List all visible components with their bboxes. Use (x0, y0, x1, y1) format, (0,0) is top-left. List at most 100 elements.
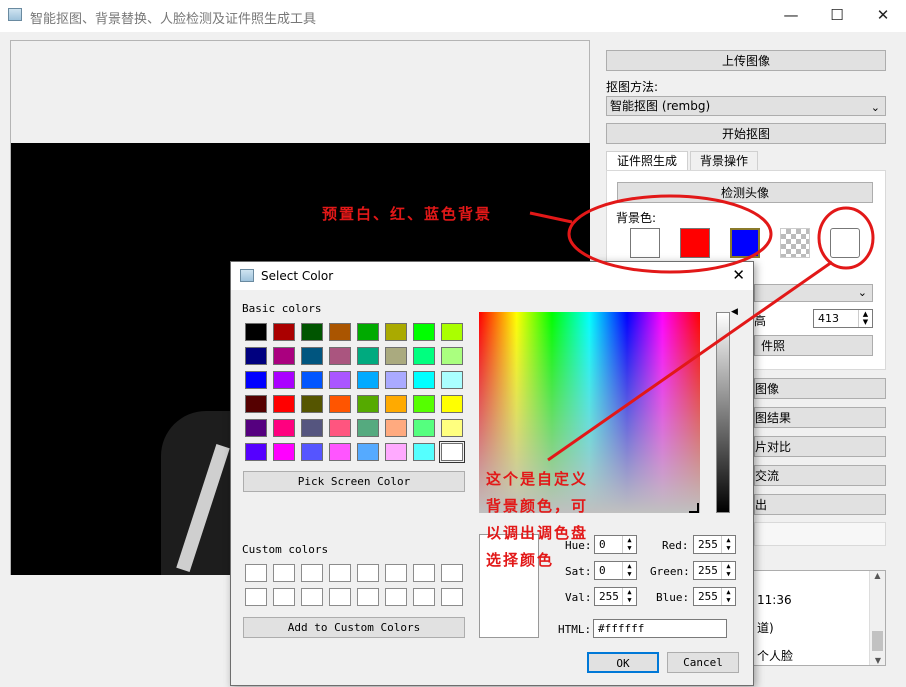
basic-color-swatch[interactable] (441, 323, 463, 341)
green-spinbox[interactable]: 255 ▲ ▼ (693, 561, 736, 580)
red-spinbox[interactable]: 255 ▲ ▼ (693, 535, 736, 554)
custom-color-slot[interactable] (385, 564, 407, 582)
generate-photo-button[interactable]: 件照 (754, 335, 873, 356)
basic-color-swatch[interactable] (329, 395, 351, 413)
scroll-thumb[interactable] (872, 631, 883, 651)
basic-color-swatch[interactable] (357, 371, 379, 389)
basic-color-swatch[interactable] (329, 419, 351, 437)
exchange-button[interactable]: 交流 (754, 465, 886, 486)
custom-color-slot[interactable] (329, 588, 351, 606)
val-spinbox[interactable]: 255 ▲ ▼ (594, 587, 637, 606)
size-select[interactable]: ⌄ (754, 284, 873, 302)
basic-color-swatch[interactable] (245, 395, 267, 413)
basic-color-swatch[interactable] (413, 347, 435, 365)
custom-color-slot[interactable] (357, 564, 379, 582)
bg-custom-swatch[interactable] (830, 228, 860, 258)
bg-transparent-swatch[interactable] (780, 228, 810, 258)
basic-color-swatch[interactable] (441, 419, 463, 437)
basic-color-swatch[interactable] (385, 371, 407, 389)
dialog-close-icon[interactable]: ✕ (732, 266, 745, 284)
tab-background[interactable]: 背景操作 (690, 151, 758, 171)
ok-button[interactable]: OK (587, 652, 659, 673)
basic-color-swatch[interactable] (385, 347, 407, 365)
basic-color-swatch[interactable] (413, 323, 435, 341)
basic-color-swatch[interactable] (357, 443, 379, 461)
custom-color-slot[interactable] (385, 588, 407, 606)
spin-arrows-icon[interactable]: ▲ ▼ (622, 588, 636, 605)
height-spinbox[interactable]: 413 ▲ ▼ (813, 309, 873, 328)
basic-color-swatch[interactable] (357, 323, 379, 341)
custom-color-slot[interactable] (245, 564, 267, 582)
custom-color-slot[interactable] (245, 588, 267, 606)
minimize-button[interactable]: — (768, 0, 814, 30)
hue-spinbox[interactable]: 0 ▲ ▼ (594, 535, 637, 554)
basic-color-swatch[interactable] (301, 395, 323, 413)
basic-color-swatch[interactable] (439, 441, 465, 463)
bg-blue-swatch[interactable] (730, 228, 760, 258)
basic-color-swatch[interactable] (301, 371, 323, 389)
start-matting-button[interactable]: 开始抠图 (606, 123, 886, 144)
detect-head-button[interactable]: 检测头像 (617, 182, 873, 203)
spectrum-crosshair[interactable] (689, 503, 699, 513)
basic-color-swatch[interactable] (385, 323, 407, 341)
scroll-up-icon[interactable]: ▲ (870, 571, 885, 580)
spin-arrows-icon[interactable]: ▲ ▼ (721, 562, 735, 579)
basic-color-swatch[interactable] (329, 371, 351, 389)
basic-color-swatch[interactable] (329, 323, 351, 341)
custom-color-slot[interactable] (441, 564, 463, 582)
log-scrollbar[interactable]: ▲ ▼ (869, 571, 885, 665)
scroll-down-icon[interactable]: ▼ (870, 656, 886, 665)
custom-color-slot[interactable] (273, 564, 295, 582)
basic-color-swatch[interactable] (357, 419, 379, 437)
compare-button[interactable]: 片对比 (754, 436, 886, 457)
basic-color-swatch[interactable] (245, 443, 267, 461)
blue-spinbox[interactable]: 255 ▲ ▼ (693, 587, 736, 606)
cancel-button[interactable]: Cancel (667, 652, 739, 673)
spin-arrows-icon[interactable]: ▲ ▼ (622, 562, 636, 579)
basic-color-swatch[interactable] (245, 371, 267, 389)
close-button[interactable]: ✕ (860, 0, 906, 30)
basic-color-swatch[interactable] (385, 419, 407, 437)
basic-color-swatch[interactable] (413, 371, 435, 389)
basic-color-swatch[interactable] (357, 395, 379, 413)
basic-color-swatch[interactable] (413, 443, 435, 461)
upload-image-button[interactable]: 上传图像 (606, 50, 886, 71)
save-result-button[interactable]: 图结果 (754, 407, 886, 428)
basic-color-swatch[interactable] (329, 443, 351, 461)
basic-color-swatch[interactable] (385, 443, 407, 461)
bg-red-swatch[interactable] (680, 228, 710, 258)
pick-screen-color-button[interactable]: Pick Screen Color (243, 471, 465, 492)
basic-color-swatch[interactable] (357, 347, 379, 365)
luminance-arrow-icon[interactable]: ◀ (731, 307, 738, 317)
custom-color-slot[interactable] (329, 564, 351, 582)
basic-color-swatch[interactable] (301, 347, 323, 365)
maximize-button[interactable]: ☐ (814, 0, 860, 30)
tab-id-photo[interactable]: 证件照生成 (606, 151, 688, 171)
basic-color-swatch[interactable] (301, 419, 323, 437)
basic-color-swatch[interactable] (273, 443, 295, 461)
basic-color-swatch[interactable] (301, 443, 323, 461)
basic-color-swatch[interactable] (441, 347, 463, 365)
spin-arrows-icon[interactable]: ▲ ▼ (858, 310, 872, 327)
basic-color-swatch[interactable] (413, 419, 435, 437)
basic-color-swatch[interactable] (245, 323, 267, 341)
basic-color-swatch[interactable] (329, 347, 351, 365)
custom-color-slot[interactable] (441, 588, 463, 606)
basic-color-swatch[interactable] (413, 395, 435, 413)
basic-color-swatch[interactable] (273, 347, 295, 365)
basic-color-swatch[interactable] (441, 395, 463, 413)
basic-color-swatch[interactable] (385, 395, 407, 413)
add-custom-colors-button[interactable]: Add to Custom Colors (243, 617, 465, 638)
html-input[interactable]: #ffffff (593, 619, 727, 638)
custom-color-slot[interactable] (301, 564, 323, 582)
custom-color-slot[interactable] (413, 588, 435, 606)
basic-color-swatch[interactable] (273, 395, 295, 413)
custom-color-slot[interactable] (301, 588, 323, 606)
custom-color-slot[interactable] (413, 564, 435, 582)
exit-button[interactable]: 出 (754, 494, 886, 515)
spin-arrows-icon[interactable]: ▲ ▼ (721, 588, 735, 605)
custom-color-slot[interactable] (357, 588, 379, 606)
basic-color-swatch[interactable] (273, 419, 295, 437)
method-select[interactable]: 智能抠图 (rembg) ⌄ (606, 96, 886, 116)
basic-color-swatch[interactable] (273, 323, 295, 341)
